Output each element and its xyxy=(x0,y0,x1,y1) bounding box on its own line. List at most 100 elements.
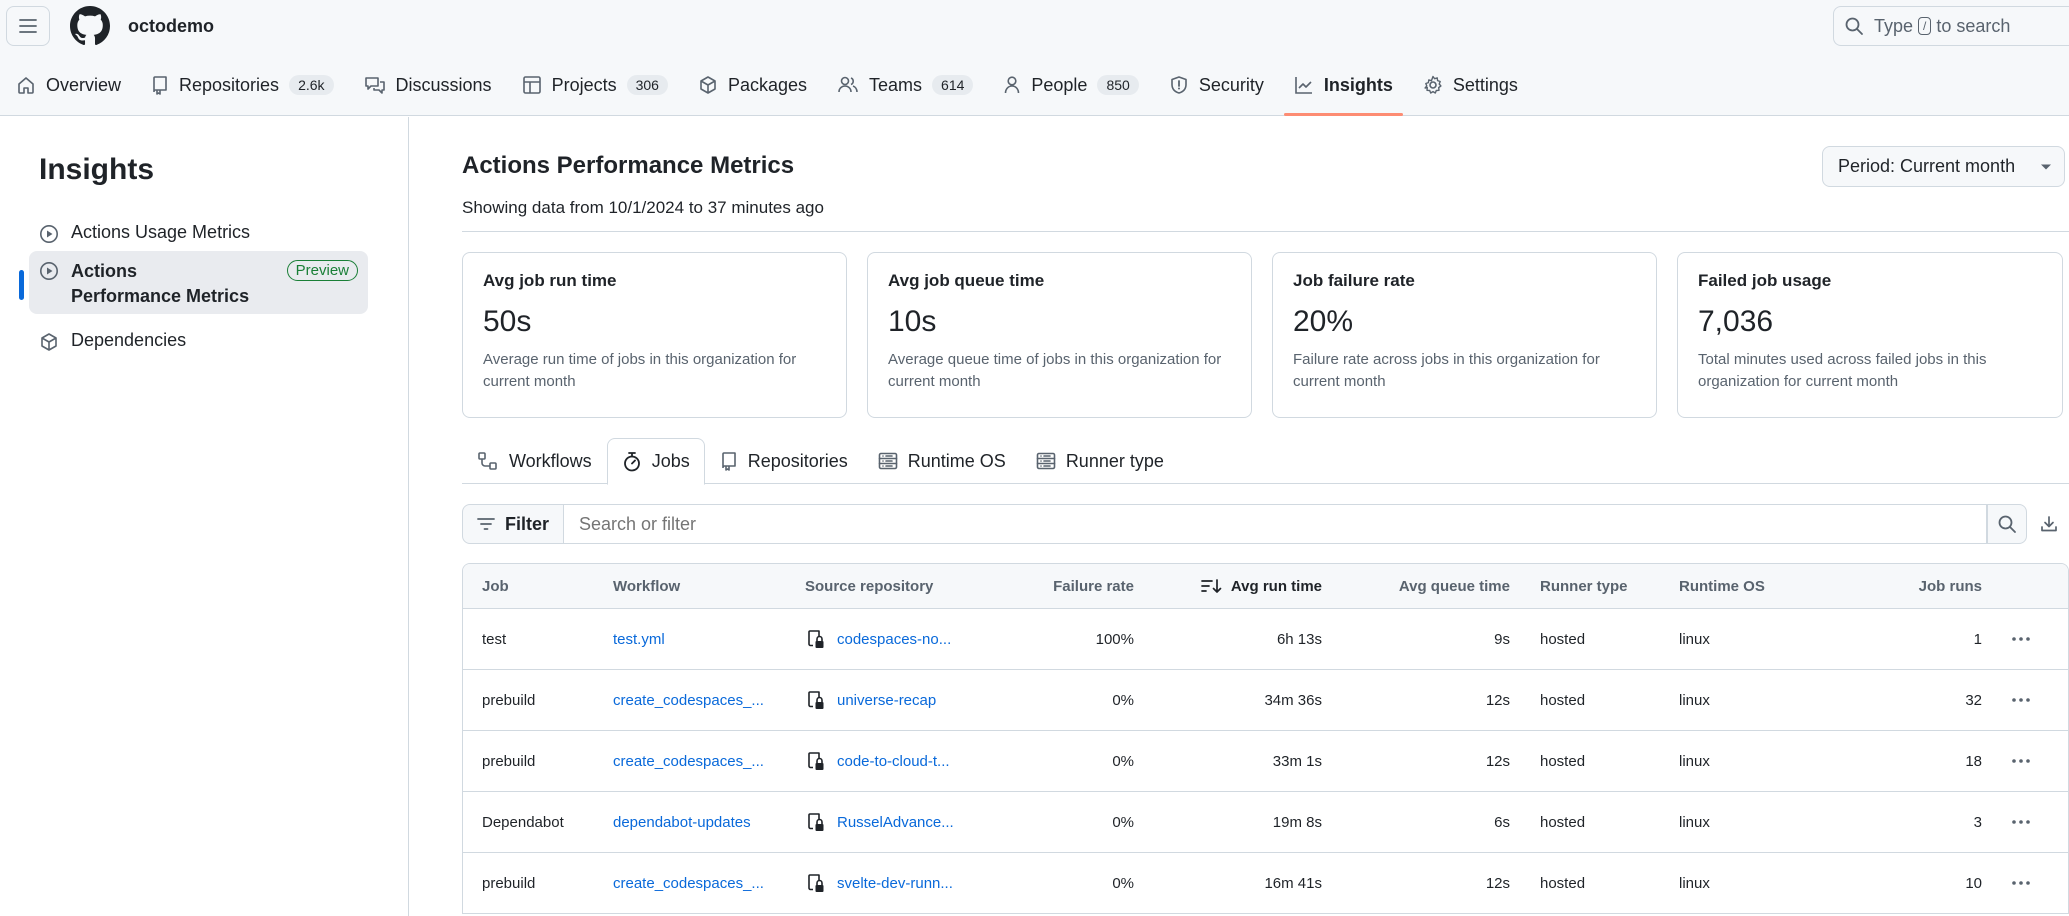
nav-overview[interactable]: Overview xyxy=(16,70,121,100)
metric-card-value: 50s xyxy=(483,305,532,338)
kebab-horizontal-icon xyxy=(2011,880,2031,886)
download-button[interactable] xyxy=(2029,504,2069,544)
metric-card-title: Failed job usage xyxy=(1698,271,1832,290)
nav-insights[interactable]: Insights xyxy=(1283,70,1403,116)
metrics-tabs: Workflows Jobs Repositories Runtime OS R… xyxy=(462,438,2069,485)
sort-desc-icon xyxy=(1201,578,1223,594)
row-actions-button[interactable] xyxy=(1982,880,2060,886)
kebab-horizontal-icon xyxy=(2011,636,2031,642)
row-actions-button[interactable] xyxy=(1982,697,2060,703)
cell-avg-run-time: 16m 41s xyxy=(1264,874,1322,892)
sidebar-item-dependencies[interactable]: Dependencies xyxy=(29,322,368,360)
home-icon xyxy=(16,75,36,95)
triangle-down-icon xyxy=(2040,163,2052,171)
cell-workflow-link[interactable]: create_codespaces_... xyxy=(613,753,805,770)
server-icon xyxy=(878,452,898,470)
tab-runner-type[interactable]: Runner type xyxy=(1021,438,1179,484)
column-header-runtime-os[interactable]: Runtime OS xyxy=(1666,578,1836,595)
stopwatch-icon xyxy=(622,451,642,473)
tab-workflows[interactable]: Workflows xyxy=(462,438,607,484)
search-filter-input[interactable] xyxy=(563,504,1988,544)
search-icon xyxy=(1844,16,1864,36)
repo-locked-icon xyxy=(805,751,825,771)
active-item-indicator xyxy=(19,270,24,300)
row-actions-button[interactable] xyxy=(1982,636,2060,642)
cell-workflow-link[interactable]: create_codespaces_... xyxy=(613,875,805,892)
column-header-job[interactable]: Job xyxy=(463,578,613,595)
cell-avg-queue-time: 12s xyxy=(1485,691,1510,709)
workflow-icon xyxy=(477,451,499,471)
nav-discussions[interactable]: Discussions xyxy=(364,70,492,100)
nav-teams[interactable]: Teams 614 xyxy=(837,70,974,100)
cell-runtime-os: linux xyxy=(1679,630,1710,648)
column-header-failure-rate[interactable]: Failure rate xyxy=(1017,578,1134,595)
teams-counter: 614 xyxy=(932,75,974,95)
package-icon xyxy=(698,75,718,95)
org-nav: Overview Repositories 2.6k Discussions P… xyxy=(0,70,1548,116)
table-row: test test.yml codespaces-no... 100% 6h 1… xyxy=(463,609,2068,670)
search-suffix-text: to search xyxy=(1936,15,2011,36)
cell-failure-rate: 0% xyxy=(1112,691,1134,709)
tab-repositories[interactable]: Repositories xyxy=(705,438,863,484)
sidebar-item-actions-performance-metrics[interactable]: Actions Performance Metrics Preview xyxy=(29,251,368,314)
people-counter: 850 xyxy=(1097,75,1139,95)
cell-job: prebuild xyxy=(482,874,536,892)
metric-card-title: Avg job run time xyxy=(483,271,617,290)
column-header-runner-type[interactable]: Runner type xyxy=(1510,578,1666,595)
filter-button[interactable]: Filter xyxy=(462,504,564,544)
nav-people[interactable]: People 850 xyxy=(1003,70,1139,100)
cell-job-runs: 3 xyxy=(1973,813,1982,831)
column-header-source-repository[interactable]: Source repository xyxy=(805,578,1017,595)
org-name-link[interactable]: octodemo xyxy=(128,16,214,37)
repo-link[interactable]: svelte-dev-runn... xyxy=(837,875,953,892)
cell-source-repository: universe-recap xyxy=(805,690,1017,710)
nav-repositories[interactable]: Repositories 2.6k xyxy=(151,70,334,100)
insights-sidebar: Insights Actions Usage Metrics Actions P… xyxy=(0,117,409,916)
repositories-counter: 2.6k xyxy=(289,75,334,95)
slash-key-hint: / xyxy=(1918,17,1932,35)
sidebar-item-label: Actions Performance Metrics xyxy=(71,261,250,306)
metric-card-title: Avg job queue time xyxy=(888,271,1045,290)
cell-source-repository: RusselAdvance... xyxy=(805,812,1017,832)
hamburger-menu-button[interactable] xyxy=(6,6,50,46)
github-logo-icon[interactable] xyxy=(70,6,110,46)
nav-projects[interactable]: Projects 306 xyxy=(522,70,668,100)
column-header-avg-run-time[interactable]: Avg run time xyxy=(1134,578,1322,595)
cell-job-runs: 18 xyxy=(1965,752,1982,770)
cell-workflow-link[interactable]: create_codespaces_... xyxy=(613,692,805,709)
tab-jobs[interactable]: Jobs xyxy=(606,438,705,485)
nav-projects-label: Projects xyxy=(551,74,617,95)
repo-link[interactable]: RusselAdvance... xyxy=(837,814,954,831)
nav-settings[interactable]: Settings xyxy=(1423,70,1518,100)
metric-card-title: Job failure rate xyxy=(1293,271,1415,290)
cell-avg-run-time: 33m 1s xyxy=(1272,752,1322,770)
column-header-avg-queue-time[interactable]: Avg queue time xyxy=(1322,578,1510,595)
repo-link[interactable]: code-to-cloud-t... xyxy=(837,753,950,770)
nav-security-label: Security xyxy=(1198,74,1264,95)
cell-workflow-link[interactable]: test.yml xyxy=(613,631,805,648)
column-header-job-runs[interactable]: Job runs xyxy=(1836,578,1982,595)
row-actions-button[interactable] xyxy=(1982,758,2060,764)
cell-source-repository: code-to-cloud-t... xyxy=(805,751,1017,771)
repo-link[interactable]: universe-recap xyxy=(837,692,936,709)
filter-icon xyxy=(477,517,495,531)
cell-avg-queue-time: 12s xyxy=(1485,752,1510,770)
column-header-workflow[interactable]: Workflow xyxy=(613,578,805,595)
search-submit-button[interactable] xyxy=(1987,504,2028,544)
cell-workflow-link[interactable]: dependabot-updates xyxy=(613,814,805,831)
filter-button-label: Filter xyxy=(505,513,550,534)
person-icon xyxy=(1003,75,1021,95)
tab-runtime-os[interactable]: Runtime OS xyxy=(863,438,1021,484)
repo-link[interactable]: codespaces-no... xyxy=(837,631,951,648)
graph-icon xyxy=(1294,75,1314,95)
global-search-input[interactable]: Type / to search xyxy=(1833,6,2069,46)
period-select-button[interactable]: Period: Current month xyxy=(1822,146,2065,187)
nav-repositories-label: Repositories xyxy=(179,74,280,95)
row-actions-button[interactable] xyxy=(1982,819,2060,825)
cell-failure-rate: 0% xyxy=(1112,752,1134,770)
nav-security[interactable]: Security xyxy=(1169,70,1264,100)
metric-card-description: Total minutes used across failed jobs in… xyxy=(1698,351,1987,390)
nav-packages[interactable]: Packages xyxy=(698,70,807,100)
search-icon xyxy=(1997,514,2017,534)
sidebar-item-actions-usage-metrics[interactable]: Actions Usage Metrics xyxy=(29,214,368,252)
